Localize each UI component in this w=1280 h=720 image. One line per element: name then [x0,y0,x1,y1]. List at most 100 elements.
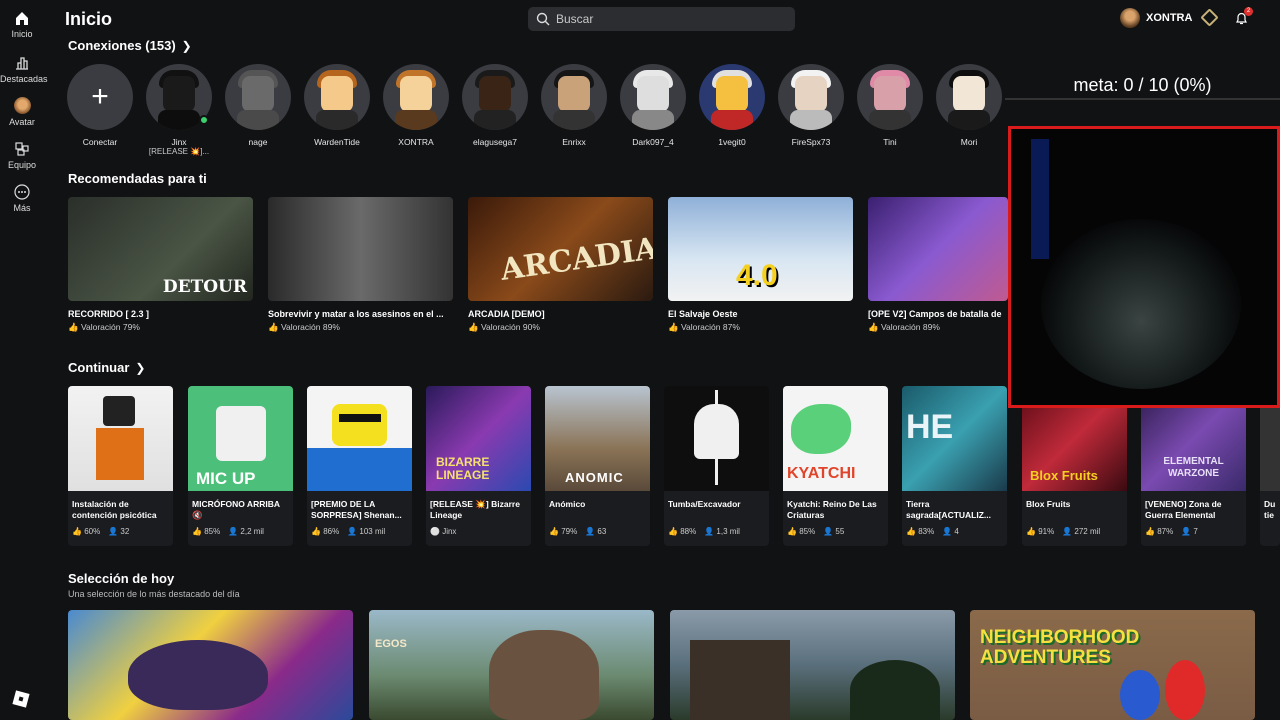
game-card[interactable]: [OPE V2] Campos de batalla de 👍 Valoraci… [868,197,1008,333]
sidebar-item-label: Más [13,203,31,213]
game-card[interactable]: Du tie [1260,386,1280,546]
section-subtitle: Una selección de lo más destacado del dí… [68,589,240,599]
avatar [462,64,528,130]
players-icon: 👤 103 mil [347,527,386,536]
game-card[interactable]: ELEMENTAL WARZONE [VENENO] Zona de Guerr… [1141,386,1246,546]
game-thumbnail: HE [902,386,1007,491]
plus-icon: + [91,80,109,113]
players-icon: 👤 4 [942,527,959,536]
sidebar-item-mas[interactable]: Más [0,184,44,213]
game-rating: 👍 Valoración 79% [68,322,140,332]
avatar-icon [13,97,31,114]
game-title: El Salvaje Oeste [668,309,738,319]
friend-item[interactable]: FireSpx73 [778,64,844,147]
connect-button[interactable]: + Conectar [67,64,133,147]
roblox-logo-icon[interactable] [12,690,30,708]
players-icon: 👤 55 [823,527,845,536]
game-card[interactable]: [PREMIO DE LA SORPRESA] Shenan... 👍 86% 👤… [307,386,412,546]
game-stats: 👍 83% 👤 4 [906,527,959,536]
search-icon [536,12,550,26]
creator[interactable]: ⚪ Jinx [430,527,456,536]
featured-game-card[interactable]: NEIGHBORHOOD ADVENTURES [970,610,1255,720]
sidebar-item-inicio[interactable]: Inicio [0,10,44,39]
featured-game-card[interactable] [68,610,353,720]
friend-name: 1vegit0 [718,137,746,147]
sidebar-item-label: Destacadas [0,74,48,84]
game-title: Anómico [549,499,586,509]
recommended-header: Recomendadas para ti [68,171,207,186]
players-icon: 👤 7 [1181,527,1198,536]
avatar [936,64,1002,130]
game-title: ARCADIA [DEMO] [468,309,545,319]
connections-header[interactable]: Conexiones (153) ❯ [68,38,192,53]
user-profile[interactable]: XONTRA [1120,8,1192,28]
thumbnail-text: NEIGHBORHOOD ADVENTURES [980,627,1140,668]
game-card[interactable]: Blox Fruits Blox Fruits 👍 91% 👤 272 mil [1022,386,1127,546]
friend-name: FireSpx73 [791,137,831,147]
friend-item[interactable]: Dark097_4 [620,64,686,147]
game-card[interactable]: Sobrevivir y matar a los asesinos en el … [268,197,453,333]
featured-game-card[interactable] [670,610,955,720]
game-card[interactable]: MIC UP MICRÓFONO ARRIBA 🔇 👍 85% 👤 2,2 mil [188,386,293,546]
friend-name: XONTRA [398,137,434,147]
thumbnail-text: HE [906,408,954,446]
continue-header[interactable]: Continuar ❯ [68,360,145,375]
thumbs-up-icon: 👍 [68,322,79,332]
game-card[interactable]: 4.0 El Salvaje Oeste 👍 Valoración 87% [668,197,853,333]
friend-name: Mori [960,137,978,147]
search-input[interactable] [556,12,776,26]
friend-item[interactable]: nage [225,64,291,147]
chart-icon [16,57,28,70]
search-bar[interactable] [528,7,795,31]
game-card[interactable]: KYATCHI Kyatchi: Reino De Las Criaturas … [783,386,888,546]
featured-game-card[interactable]: EGOS [369,610,654,720]
game-thumbnail: ANOMIC [545,386,650,491]
thumbnail-text: 4.0 [736,259,778,292]
game-card[interactable]: HE Tierra sagrada[ACTUALIZ... 👍 83% 👤 4 [902,386,1007,546]
robux-icon[interactable] [1200,8,1219,27]
game-card[interactable]: ANOMIC Anómico 👍 79% 👤 63 [545,386,650,546]
friend-name: Conectar [82,137,118,147]
game-thumbnail [868,197,1008,301]
game-rating: 👍 Valoración 89% [268,322,340,332]
game-card[interactable]: Instalación de contención psicótica 👍 60… [68,386,173,546]
game-thumbnail: 4.0 [668,197,853,301]
friend-name: elagusega7 [473,137,517,147]
friend-item[interactable]: WardenTide [304,64,370,147]
friend-item[interactable]: Jinx [RELEASE 💥]... [146,64,212,156]
game-title: Kyatchi: Reino De Las Criaturas [787,499,877,520]
page-title: Inicio [65,9,113,29]
game-thumbnail: BIZARRE LINEAGE [426,386,531,491]
friend-item[interactable]: XONTRA [383,64,449,147]
game-card[interactable]: ARCADIA ARCADIA [DEMO] 👍 Valoración 90% [468,197,653,333]
friend-name: Enrixx [562,137,586,147]
sidebar-item-equipo[interactable]: Equipo [0,141,44,170]
friend-item[interactable]: elagusega7 [462,64,528,147]
friend-item[interactable]: Tini [857,64,923,147]
game-card[interactable]: DETOUR RECORRIDO [ 2.3 ] 👍 Valoración 79… [68,197,253,333]
friend-name: Jinx [171,137,187,147]
game-card[interactable]: Tumba/Excavador 👍 88% 👤 1,3 mil [664,386,769,546]
friend-item[interactable]: 1vegit0 [699,64,765,147]
thumbnail-text: EGOS [375,638,407,650]
game-thumbnail: MIC UP [188,386,293,491]
game-stats: 👍 85% 👤 2,2 mil [192,527,264,536]
friend-item[interactable]: Enrixx [541,64,607,147]
friend-status: [RELEASE 💥]... [148,147,210,156]
friend-name: WardenTide [314,137,360,147]
game-stats: 👍 91% 👤 272 mil [1026,527,1101,536]
username[interactable]: XONTRA [1146,12,1192,24]
game-title: Sobrevivir y matar a los asesinos en el … [268,309,444,319]
game-card[interactable]: BIZARRE LINEAGE [RELEASE 💥] Bizarre Line… [426,386,531,546]
thumbnail-text: ANOMIC [565,470,624,485]
sidebar-item-destacadas[interactable]: Destacadas [0,55,48,84]
sidebar-item-avatar[interactable]: Avatar [0,97,44,127]
avatar[interactable] [1120,8,1140,28]
game-rating: 👍 Valoración 90% [468,322,540,332]
goal-overlay: meta: 0 / 10 (0%) [1005,70,1280,100]
friend-item[interactable]: Mori [936,64,1002,147]
game-title: Du tie [1264,499,1276,520]
game-thumbnail [664,386,769,491]
today-header: Selección de hoy [68,571,174,586]
thumbs-up-icon: 👍 [268,322,279,332]
